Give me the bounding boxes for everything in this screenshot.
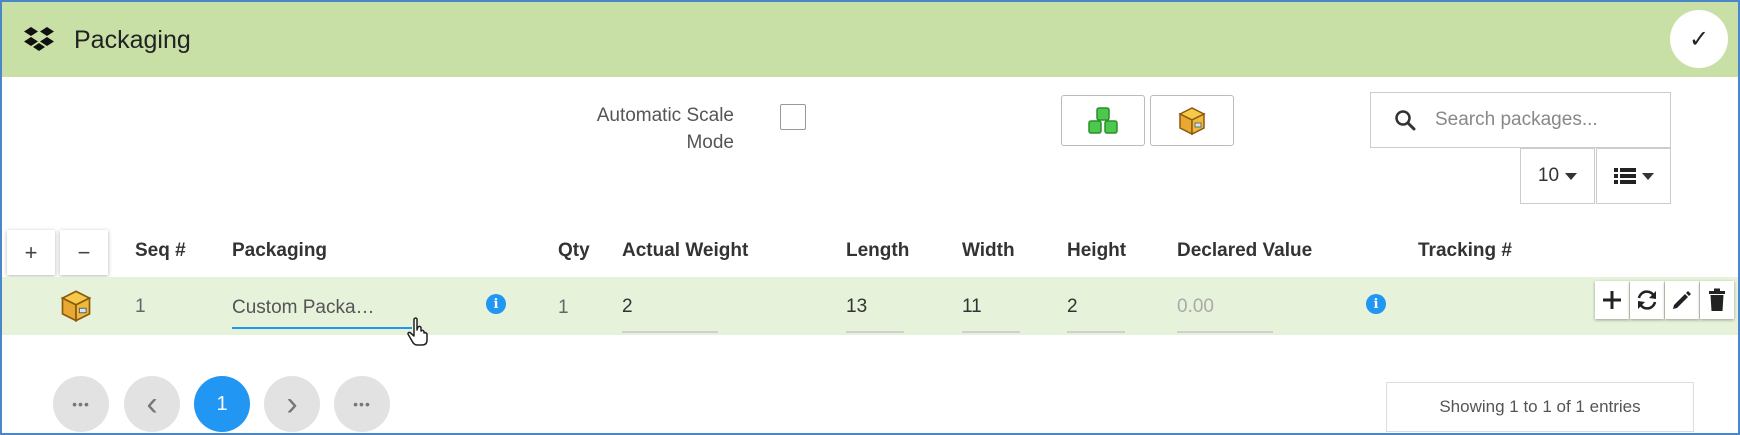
row-add-button[interactable] (1595, 281, 1629, 319)
column-header-tracking[interactable]: Tracking # (1418, 240, 1512, 262)
height-underline (1067, 331, 1125, 333)
pagination-prev-button[interactable]: ‹ (124, 376, 180, 432)
panel-header: Packaging ✓ (2, 2, 1738, 77)
declared-value-underline (1177, 331, 1273, 333)
height-input[interactable]: 2 (1067, 296, 1078, 318)
chevron-down-icon (1641, 172, 1654, 180)
qty-value: 1 (558, 297, 569, 318)
packaging-select-value[interactable]: Custom Packa… (232, 297, 375, 319)
row-delete-button[interactable] (1700, 281, 1734, 319)
pagination-first-button[interactable]: ••• (53, 376, 109, 432)
column-header-width[interactable]: Width (962, 240, 1015, 262)
chevron-right-icon: › (286, 385, 298, 423)
remove-row-button[interactable]: − (60, 230, 108, 275)
declared-value-info-icon[interactable]: i (1366, 294, 1386, 314)
refresh-icon (1637, 290, 1657, 310)
page-size-value: 10 (1537, 165, 1560, 186)
search-input[interactable] (1433, 101, 1657, 139)
width-underline (962, 331, 1020, 333)
pagination-last-button[interactable]: ••• (334, 376, 390, 432)
panel-title: Packaging (74, 26, 191, 54)
add-row-button[interactable]: + (7, 230, 55, 275)
add-package-button[interactable] (1150, 95, 1234, 146)
pagination-next-button[interactable]: › (264, 376, 320, 432)
length-input[interactable]: 13 (846, 296, 867, 318)
row-refresh-button[interactable] (1630, 281, 1664, 319)
packaging-info-icon[interactable]: i (486, 294, 506, 314)
pagination-current-page[interactable]: 1 (194, 376, 250, 432)
table-row: 1 Custom Packa… i 1 2 13 11 2 0.00 i (2, 277, 1738, 346)
page-size-dropdown[interactable]: 10 (1520, 148, 1595, 204)
package-box-icon (1178, 106, 1206, 135)
packaging-field-underline (232, 327, 412, 329)
package-box-icon (60, 290, 92, 322)
column-header-declared-value[interactable]: Declared Value (1177, 240, 1312, 262)
more-icon: ••• (72, 396, 90, 412)
current-page-number: 1 (216, 392, 228, 415)
done-button[interactable]: ✓ (1670, 10, 1728, 68)
actual-weight-input[interactable]: 2 (622, 296, 633, 318)
seq-value: 1 (135, 296, 146, 317)
chevron-down-icon (1565, 172, 1578, 180)
entries-info-text: Showing 1 to 1 of 1 entries (1439, 397, 1641, 416)
row-edit-button[interactable] (1665, 281, 1699, 319)
packaging-panel: Packaging ✓ Automatic Scale Mode 10 (0, 0, 1740, 435)
chevron-left-icon: ‹ (146, 385, 158, 423)
group-packages-button[interactable] (1061, 95, 1145, 146)
list-icon (1613, 168, 1636, 184)
delete-icon (1709, 288, 1725, 311)
length-underline (846, 331, 904, 333)
column-header-height[interactable]: Height (1067, 240, 1126, 262)
more-icon: ••• (353, 396, 371, 412)
search-icon (1395, 110, 1416, 131)
checkmark-icon: ✓ (1688, 25, 1710, 53)
column-header-qty[interactable]: Qty (558, 240, 590, 262)
automatic-scale-mode-checkbox[interactable] (780, 104, 806, 130)
automatic-scale-mode-label: Automatic Scale Mode (596, 105, 734, 153)
column-header-actual-weight[interactable]: Actual Weight (622, 240, 748, 262)
column-header-seq[interactable]: Seq # (135, 240, 186, 262)
entries-info: Showing 1 to 1 of 1 entries (1386, 382, 1694, 432)
add-row-label: + (24, 239, 38, 265)
column-selector-dropdown[interactable] (1596, 148, 1671, 204)
edit-icon (1673, 291, 1691, 309)
search-box (1370, 92, 1671, 148)
dropbox-icon (24, 27, 54, 51)
remove-row-label: − (77, 239, 91, 265)
column-header-length[interactable]: Length (846, 240, 909, 262)
actual-weight-underline (622, 331, 718, 333)
declared-value-input[interactable]: 0.00 (1177, 296, 1214, 318)
hand-cursor-icon (407, 317, 428, 346)
width-input[interactable]: 11 (962, 296, 982, 318)
add-icon (1603, 291, 1621, 309)
green-boxes-icon (1088, 106, 1118, 134)
column-header-packaging[interactable]: Packaging (232, 240, 327, 262)
